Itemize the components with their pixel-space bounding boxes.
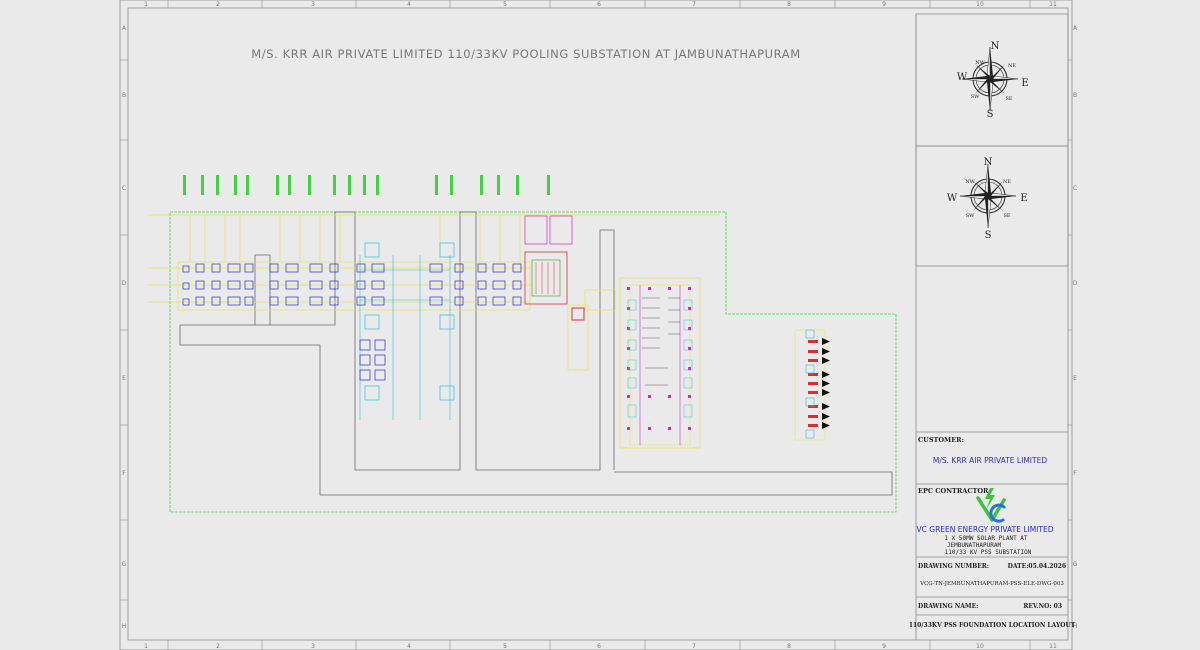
feeder-markers: [183, 175, 550, 195]
row-letter: C: [1073, 185, 1077, 192]
compass-south-label: S: [987, 109, 994, 120]
row-letter: E: [1073, 375, 1077, 382]
row-letter: B: [1073, 92, 1077, 99]
column-number: 6: [597, 1, 601, 8]
compass-ne-label: NE: [1008, 63, 1016, 69]
drawing-sheet: 1 2 3 4 5 6 7 8 9 10 11 1 2 3 4 5 6 7 8 …: [119, 0, 1078, 650]
outgoing-feeders: [794, 329, 830, 441]
row-letter: D: [122, 280, 127, 287]
column-number: 7: [692, 643, 696, 650]
compass-east-label: E: [1021, 78, 1028, 89]
row-letter: C: [122, 185, 126, 192]
drawing-date: DATE:05.04.2026: [1008, 563, 1066, 570]
column-number: 4: [407, 1, 411, 8]
customer-label: CUSTOMER:: [918, 436, 964, 444]
column-number: 10: [976, 1, 984, 8]
compass-nw-label: NW: [965, 179, 975, 185]
project-line-2: JEMBUNATHAPURAM: [947, 542, 1002, 549]
column-number: 10: [976, 643, 984, 650]
epc-contractor-label: EPC CONTRACTOR:: [918, 487, 991, 495]
project-line-3: 110/33 KV PSS SUBSTATION: [945, 549, 1032, 556]
marshalling-boxes: [524, 215, 573, 245]
compass-sw-label: SW: [971, 94, 980, 100]
drawing-name: 110/33KV PSS FOUNDATION LOCATION LAYOUT: [909, 622, 1076, 629]
row-letter: A: [122, 25, 127, 32]
compass-north-label: N: [984, 157, 993, 168]
customer-name: M/S. KRR AIR PRIVATE LIMITED: [933, 456, 1047, 465]
fence-boundary: [169, 211, 897, 513]
column-number: 1: [144, 643, 148, 650]
row-letter: H: [122, 623, 127, 630]
column-number: 4: [407, 643, 411, 650]
row-letter: F: [1073, 470, 1077, 477]
earthing-grid: [359, 255, 451, 420]
transformer-foundations: [364, 242, 455, 401]
equipment-foundations: [182, 263, 522, 381]
compass-ne-label: NE: [1003, 179, 1011, 185]
epc-contractor-name: VC GREEN ENERGY PRIVATE LIMITED: [917, 525, 1054, 534]
column-number: 7: [692, 1, 696, 8]
project-line-1: 1 X 50MW SOLAR PLANT AT: [944, 535, 1027, 542]
compass-sw-label: SW: [966, 213, 975, 219]
north-arrow-compass: N S E W NE NW SE SW: [947, 157, 1028, 241]
internal-roads: [179, 211, 893, 496]
column-number: 9: [882, 643, 886, 650]
drawing-name-label: DRAWING NAME:: [918, 603, 978, 610]
north-arrow-compass: N S E W NE NW SE SW: [957, 41, 1029, 120]
substation-layout: [148, 175, 897, 513]
column-number: 3: [311, 643, 315, 650]
column-numbers: 1 2 3 4 5 6 7 8 9 10 11 1 2 3 4 5 6 7 8 …: [144, 1, 1057, 650]
compass-nw-label: NW: [975, 60, 985, 66]
column-number: 11: [1049, 643, 1057, 650]
row-letter: D: [1073, 280, 1078, 287]
column-number: 2: [216, 643, 220, 650]
column-number: 2: [216, 1, 220, 8]
column-number: 9: [882, 1, 886, 8]
compass-east-label: E: [1020, 193, 1027, 204]
row-letter: E: [122, 375, 126, 382]
compass-se-label: SE: [1003, 213, 1010, 219]
gantry-lines: [148, 214, 720, 449]
compass-se-label: SE: [1005, 96, 1012, 102]
revision-number: REV.NO: 03: [1023, 603, 1062, 610]
column-number: 1: [144, 1, 148, 8]
column-number: 3: [311, 1, 315, 8]
drawing-number: VCG-TN-JEMBUNATHAPURAM-PSS-ELE-DWG-003: [919, 581, 1064, 587]
column-number: 8: [787, 643, 791, 650]
row-letter: F: [122, 470, 126, 477]
compass-west-label: W: [947, 193, 958, 204]
row-letter: G: [1073, 561, 1078, 568]
row-letter: G: [122, 561, 127, 568]
compass-south-label: S: [985, 230, 992, 241]
column-number: 5: [503, 643, 507, 650]
column-number: 5: [503, 1, 507, 8]
column-number: 11: [1049, 1, 1057, 8]
control-building: [627, 284, 693, 446]
column-number: 6: [597, 643, 601, 650]
column-number: 8: [787, 1, 791, 8]
row-letter: B: [122, 92, 126, 99]
row-letter: A: [1073, 25, 1078, 32]
power-transformer: [524, 251, 585, 321]
compass-west-label: W: [957, 72, 968, 83]
drawing-title: M/S. KRR AIR PRIVATE LIMITED 110/33KV PO…: [251, 47, 801, 61]
compass-north-label: N: [991, 41, 1000, 52]
drawing-number-label: DRAWING NUMBER:: [918, 563, 989, 570]
